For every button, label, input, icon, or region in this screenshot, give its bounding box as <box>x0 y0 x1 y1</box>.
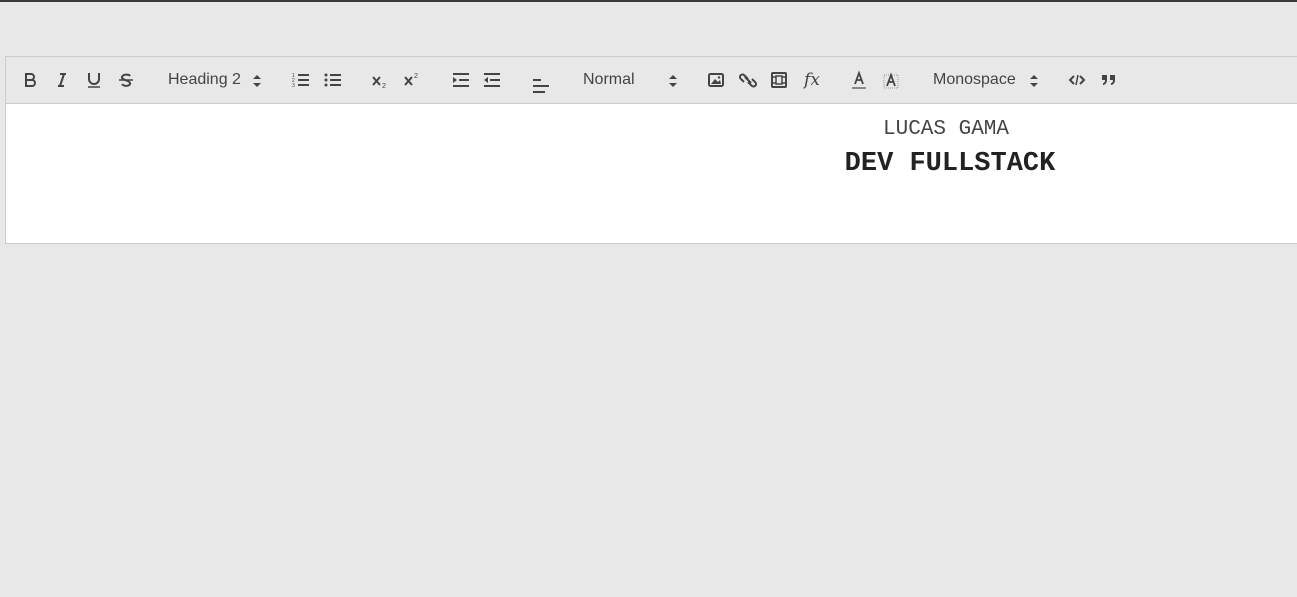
svg-text:2: 2 <box>382 83 386 89</box>
underline-icon <box>88 73 100 88</box>
italic-icon <box>58 73 66 87</box>
align-button[interactable] <box>530 73 552 97</box>
size-picker[interactable]: Normal <box>583 68 683 92</box>
header-picker[interactable]: Heading 2 <box>168 68 268 92</box>
header-picker-label: Heading 2 <box>168 71 241 88</box>
background-color-button[interactable] <box>880 68 902 92</box>
align-left-icon <box>533 79 549 93</box>
subscript-button[interactable]: 2 <box>369 68 391 92</box>
outdent-button[interactable] <box>481 68 503 92</box>
code-icon <box>1068 74 1086 86</box>
editor-toolbar: Heading 2 1 2 3 2 2 Normal fx Monospace <box>6 57 1297 104</box>
image-icon <box>708 73 724 87</box>
link-icon <box>739 73 757 88</box>
name-line: LUCAS GAMA <box>882 118 1010 141</box>
outdent-icon <box>484 73 500 87</box>
window-top-border <box>0 0 1297 2</box>
picker-arrows-icon <box>1030 75 1038 87</box>
italic-button[interactable] <box>52 68 72 92</box>
text-color-button[interactable] <box>848 68 870 92</box>
code-block-button[interactable] <box>1066 68 1088 92</box>
bullet-list-icon <box>324 73 341 87</box>
bold-icon <box>25 73 36 87</box>
video-icon <box>771 72 787 88</box>
picker-arrows-icon <box>253 75 261 87</box>
indent-icon <box>453 73 469 87</box>
size-picker-label: Normal <box>583 71 635 88</box>
text-color-icon <box>852 70 866 89</box>
picker-arrows-icon <box>669 75 677 87</box>
blockquote-button[interactable] <box>1098 68 1120 92</box>
title-heading: DEV FULLSTACK <box>844 149 1056 179</box>
subscript-icon: 2 <box>372 76 386 89</box>
link-button[interactable] <box>737 68 759 92</box>
font-picker[interactable]: Monospace <box>933 68 1043 92</box>
bullet-list-button[interactable] <box>322 68 344 92</box>
strikethrough-button[interactable] <box>116 68 136 92</box>
ordered-list-button[interactable]: 1 2 3 <box>290 68 312 92</box>
underline-button[interactable] <box>84 68 104 92</box>
editor-content[interactable]: LUCAS GAMA DEV FULLSTACK <box>6 104 1297 243</box>
strikethrough-icon <box>119 73 133 87</box>
superscript-icon: 2 <box>404 73 418 86</box>
ordered-list-icon: 1 2 3 <box>292 73 309 89</box>
rich-text-editor: Heading 2 1 2 3 2 2 Normal fx Monospace … <box>5 56 1297 244</box>
video-button[interactable] <box>768 68 790 92</box>
bold-button[interactable] <box>20 68 40 92</box>
svg-text:2: 2 <box>414 73 418 80</box>
superscript-button[interactable]: 2 <box>401 68 423 92</box>
image-button[interactable] <box>705 68 727 92</box>
indent-button[interactable] <box>450 68 472 92</box>
formula-icon: fx <box>804 70 820 90</box>
formula-button[interactable]: fx <box>800 68 824 92</box>
background-color-icon <box>883 72 899 89</box>
font-picker-label: Monospace <box>933 71 1016 88</box>
blockquote-icon <box>1102 75 1115 85</box>
svg-text:3: 3 <box>292 83 295 89</box>
